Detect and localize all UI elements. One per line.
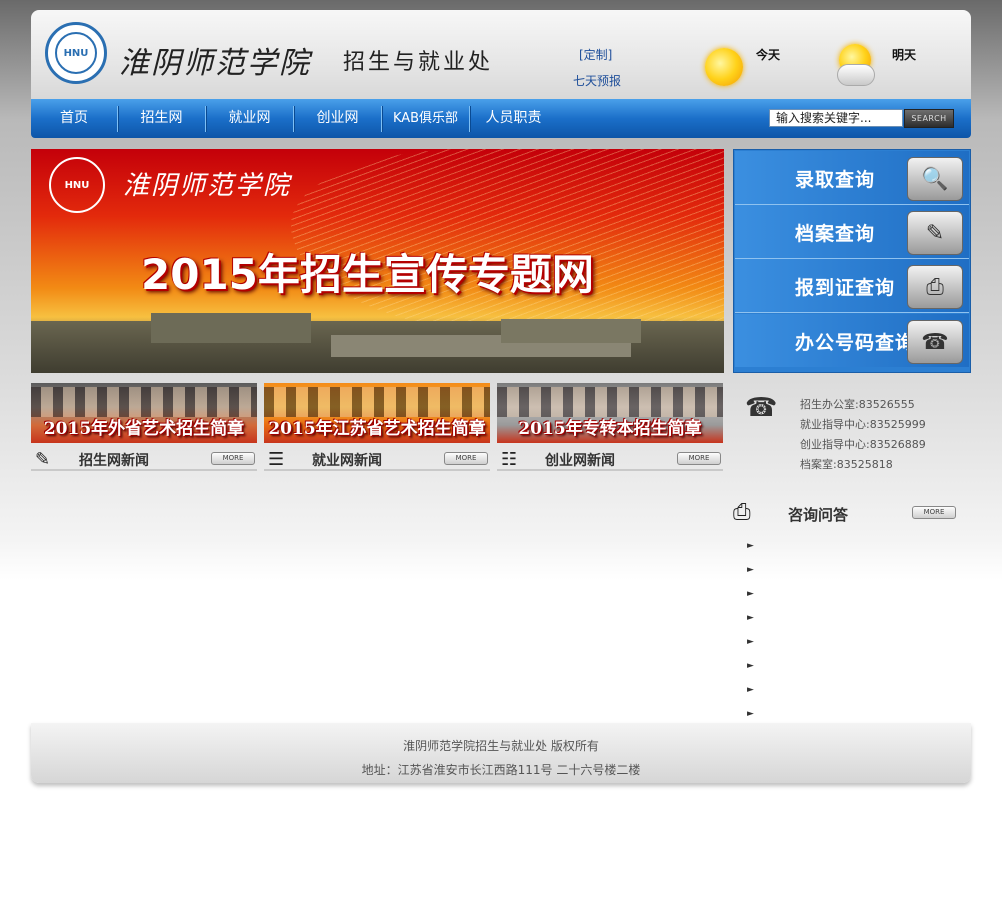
campus-photo xyxy=(31,313,724,373)
nav-item-employment[interactable]: 就业网 xyxy=(206,99,293,138)
more-button[interactable]: MORE xyxy=(444,452,488,465)
sunny-weather-icon xyxy=(705,48,743,86)
consult-list: ► ► ► ► ► ► ► ► xyxy=(745,536,945,728)
news-section-title[interactable]: 就业网新闻 xyxy=(312,450,382,470)
consult-more-button[interactable]: MORE xyxy=(912,506,956,519)
performers-photo xyxy=(264,387,490,417)
contact-label: 招生办公室: xyxy=(800,398,859,411)
arrow-right-icon: ► xyxy=(747,589,754,599)
query-label: 录取查询 xyxy=(795,169,876,191)
arrow-right-icon: ► xyxy=(747,637,754,647)
banner-title: 2015年招生宣传专题网 xyxy=(141,250,594,299)
contact-line: 档案室:83525818 xyxy=(800,455,926,475)
contact-number: 83525818 xyxy=(836,458,893,471)
query-label: 档案查询 xyxy=(795,223,876,245)
registration-certificate-query-button[interactable]: 报到证查询 ⎙ xyxy=(735,259,969,313)
nav-item-entrepreneurship[interactable]: 创业网 xyxy=(294,99,381,138)
site-header: HNU 淮阴师范学院 招生与就业处 [定制] 七天预报 今天 明天 xyxy=(31,10,971,99)
thumb-upgrade-undergraduate[interactable]: 2015年专转本招生简章 xyxy=(497,383,723,443)
query-label: 办公号码查询 xyxy=(795,332,916,354)
banner-school-name: 淮阴师范学院 xyxy=(123,171,292,201)
campus-building xyxy=(501,319,641,343)
seal-text: HNU xyxy=(55,32,97,74)
contact-line: 招生办公室:83526555 xyxy=(800,395,926,415)
department-name: 招生与就业处 xyxy=(343,50,494,75)
nav-item-kab-club[interactable]: KAB俱乐部 xyxy=(382,99,469,138)
list-item[interactable]: ► xyxy=(745,656,945,680)
notebook-icon: ✎ xyxy=(907,211,963,255)
list-item[interactable]: ► xyxy=(745,584,945,608)
pen-icon: ✎ xyxy=(35,449,51,470)
nav-item-staff-duties[interactable]: 人员职责 xyxy=(470,99,557,138)
thumb-caption: 2015年外省艺术招生简章 xyxy=(43,419,245,439)
more-button[interactable]: MORE xyxy=(211,452,255,465)
search-input[interactable]: 输入搜索关键字... xyxy=(769,109,903,127)
list-item[interactable]: ► xyxy=(745,680,945,704)
weather-today-label: 今天 xyxy=(756,48,781,62)
thumb-out-of-province-art[interactable]: 2015年外省艺术招生简章 xyxy=(31,383,257,443)
contact-label: 档案室: xyxy=(800,458,837,471)
contact-line: 就业指导中心:83525999 xyxy=(800,415,926,435)
news-section-title[interactable]: 创业网新闻 xyxy=(545,450,615,470)
weather-7day-link[interactable]: 七天预报 xyxy=(573,72,621,89)
campus-building xyxy=(151,313,311,343)
contact-line: 创业指导中心:83526889 xyxy=(800,435,926,455)
footer-copyright: 淮阴师范学院招生与就业处 版权所有 xyxy=(403,739,599,753)
search-button[interactable]: SEARCH xyxy=(904,109,954,128)
list-item[interactable]: ► xyxy=(745,536,945,560)
thumb-jiangsu-art[interactable]: 2015年江苏省艺术招生简章 xyxy=(264,383,490,443)
book-icon: ☷ xyxy=(501,449,518,470)
nav-item-admissions[interactable]: 招生网 xyxy=(118,99,205,138)
arrow-right-icon: ► xyxy=(747,685,754,695)
news-section-admissions: ✎ 招生网新闻 MORE xyxy=(31,447,257,471)
arrow-right-icon: ► xyxy=(747,661,754,671)
fax-icon: ☎ xyxy=(907,320,963,364)
main-nav: 首页 招生网 就业网 创业网 KAB俱乐部 人员职责 输入搜索关键字... SE… xyxy=(31,99,971,138)
archive-query-button[interactable]: 档案查询 ✎ xyxy=(735,205,969,259)
weather-customize-link[interactable]: [定制] xyxy=(579,46,612,63)
nav-item-home[interactable]: 首页 xyxy=(31,99,117,138)
arrow-right-icon: ► xyxy=(747,541,754,551)
contact-label: 就业指导中心: xyxy=(800,418,870,431)
office-number-query-button[interactable]: 办公号码查询 ☎ xyxy=(735,314,969,367)
contact-numbers: 招生办公室:83526555 就业指导中心:83525999 创业指导中心:83… xyxy=(800,395,926,475)
list-item[interactable]: ► xyxy=(745,608,945,632)
site-footer: 淮阴师范学院招生与就业处 版权所有 地址：江苏省淮安市长江西路111号 二十六号… xyxy=(31,723,971,783)
contact-number: 83525999 xyxy=(869,418,926,431)
thumb-caption: 2015年专转本招生简章 xyxy=(518,419,702,439)
news-section-entrepreneurship: ☷ 创业网新闻 MORE xyxy=(497,447,723,471)
telephone-icon: ☎ xyxy=(745,393,778,423)
students-photo xyxy=(31,387,257,417)
magnifier-icon: 🔍 xyxy=(907,157,963,201)
arrow-right-icon: ► xyxy=(747,565,754,575)
weather-tomorrow-label: 明天 xyxy=(892,48,917,62)
notebook-icon: ☰ xyxy=(268,449,285,470)
contact-number: 83526555 xyxy=(858,398,915,411)
thumb-caption: 2015年江苏省艺术招生简章 xyxy=(268,419,486,439)
list-item[interactable]: ► xyxy=(745,632,945,656)
printer-icon: ⎙ xyxy=(733,500,751,525)
footer-address: 地址：江苏省淮安市长江西路111号 二十六号楼二楼 xyxy=(361,763,641,777)
admission-query-button[interactable]: 录取查询 🔍 xyxy=(735,151,969,205)
cloud-icon xyxy=(837,64,875,86)
contact-number: 83526889 xyxy=(869,438,926,451)
school-seal-logo[interactable]: HNU xyxy=(45,22,107,84)
query-label: 报到证查询 xyxy=(795,277,896,299)
exam-hall-photo xyxy=(497,387,723,417)
list-item[interactable]: ► xyxy=(745,560,945,584)
consult-section-title[interactable]: 咨询问答 xyxy=(788,504,848,525)
query-panel: 录取查询 🔍 档案查询 ✎ 报到证查询 ⎙ 办公号码查询 ☎ xyxy=(733,149,971,373)
contact-label: 创业指导中心: xyxy=(800,438,870,451)
school-name-logo[interactable]: 淮阴师范学院 xyxy=(119,38,311,82)
admissions-banner[interactable]: HNU 淮阴师范学院 2015年招生宣传专题网 xyxy=(31,149,724,373)
banner-seal-logo: HNU xyxy=(49,157,105,213)
arrow-right-icon: ► xyxy=(747,613,754,623)
printer-icon: ⎙ xyxy=(907,265,963,309)
news-section-title[interactable]: 招生网新闻 xyxy=(79,450,149,470)
arrow-right-icon: ► xyxy=(747,709,754,719)
more-button[interactable]: MORE xyxy=(677,452,721,465)
news-section-employment: ☰ 就业网新闻 MORE xyxy=(264,447,490,471)
